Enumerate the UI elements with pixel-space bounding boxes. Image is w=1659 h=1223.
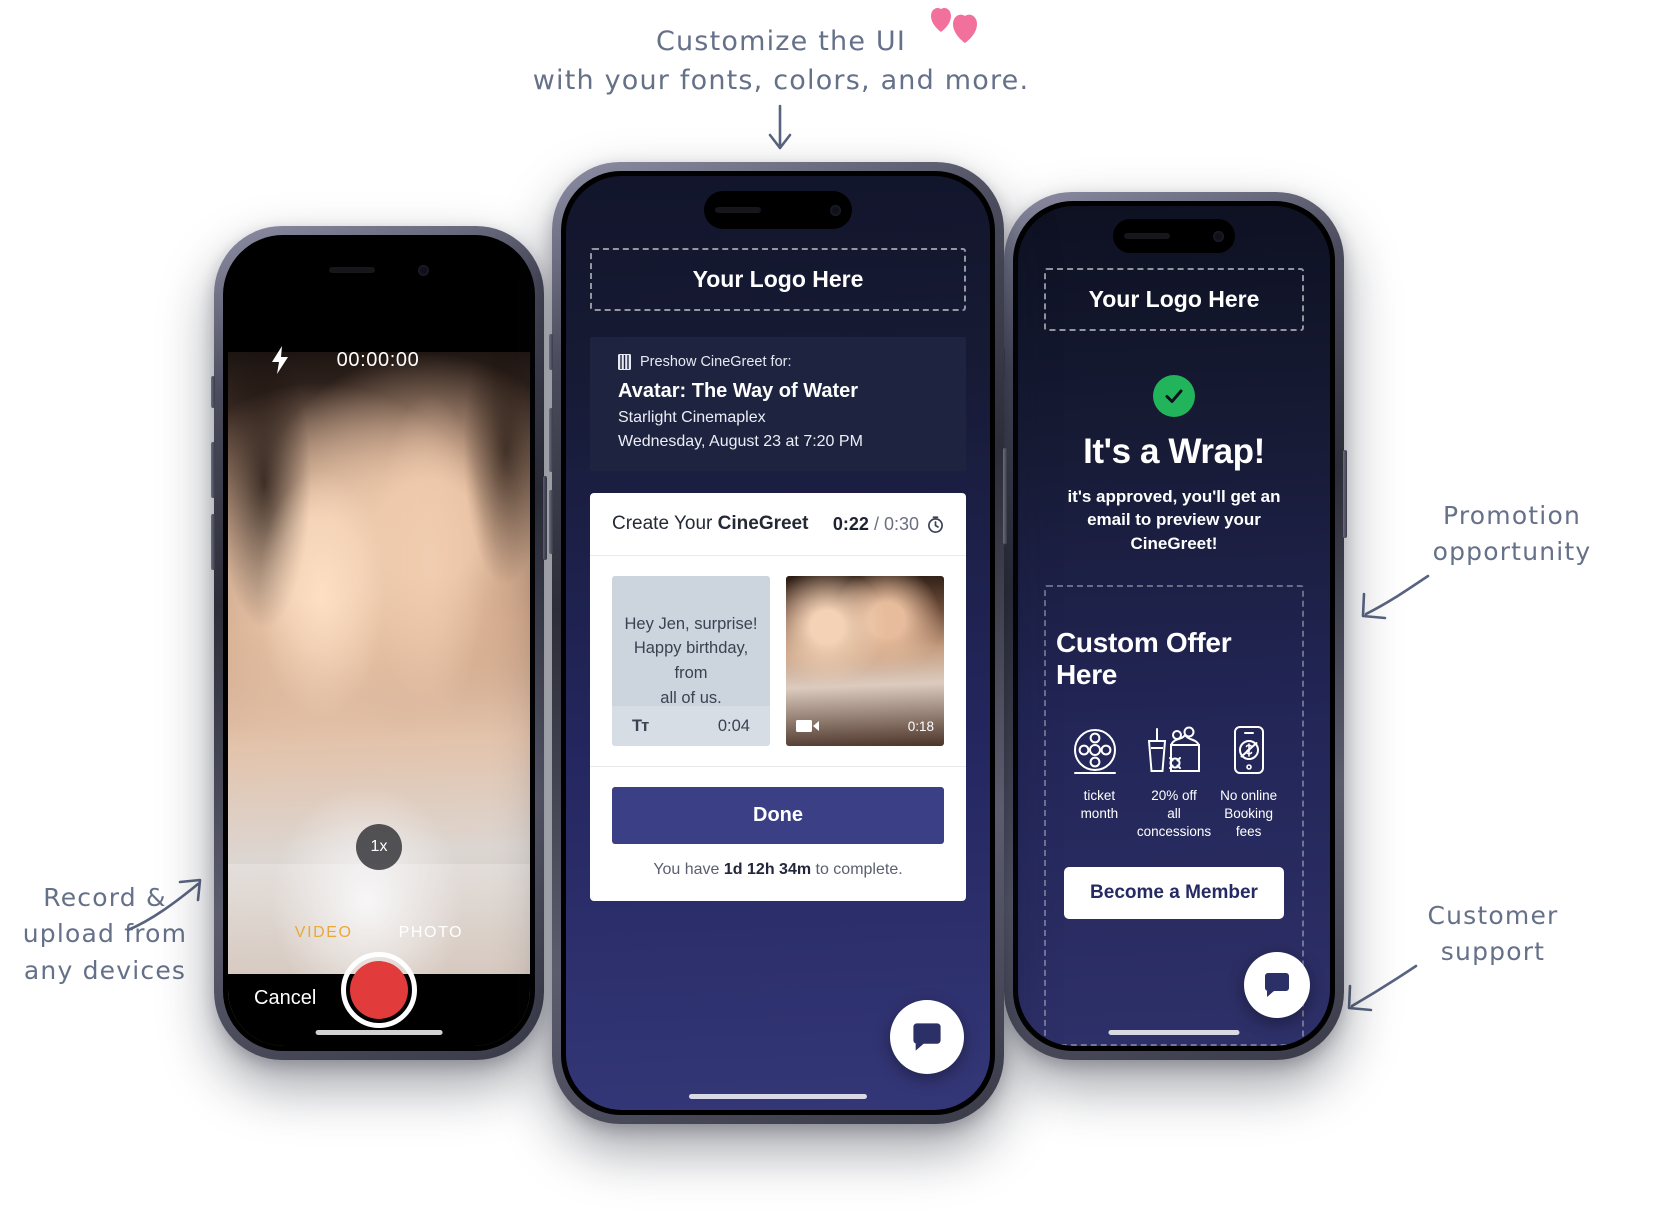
card-title-prefix: Create Your (612, 513, 718, 534)
film-ticket-icon (618, 354, 631, 370)
screenshot-stage: Customize the UI with your fonts, colors… (0, 0, 1659, 1223)
showtime: Wednesday, August 23 at 7:20 PM (618, 433, 863, 450)
stopwatch-icon (928, 515, 943, 533)
time-total: / 0:30 (873, 513, 919, 534)
annotation-promotion-opportunity: Promotion opportunity (1432, 501, 1592, 567)
recording-timer: 00:00:00 (336, 348, 420, 371)
logo-placeholder[interactable]: Your Logo Here (1044, 268, 1304, 331)
card-title-brand: CineGreet (717, 513, 809, 534)
phone-no-fee-icon (1233, 726, 1264, 775)
hearts-icon (931, 7, 977, 44)
become-a-member-button[interactable]: Become a Member (1064, 866, 1284, 919)
clip-duration: 0:18 (907, 718, 934, 734)
chat-support-button[interactable] (890, 1000, 964, 1074)
done-button[interactable]: Done (612, 787, 944, 844)
venue-name: Starlight Cinemaplex (618, 409, 766, 426)
notch (318, 253, 440, 287)
offer-line2: month (1080, 806, 1119, 822)
offer-label-booking: No online Booking fees (1211, 787, 1286, 840)
phone-center-create: Your Logo Here Preshow CineGreet for: Av… (549, 162, 1007, 1124)
offer-item-ticket[interactable]: ticket month (1062, 725, 1137, 840)
note-time-left: 1d 12h 34m (723, 861, 812, 878)
offer-line1: No online (1220, 788, 1278, 804)
clip-footer: Tт 0:04 (612, 706, 770, 746)
time-indicator: 0:22 / 0:30 (833, 514, 944, 535)
notch (704, 191, 852, 229)
record-button[interactable] (341, 952, 417, 1028)
note-suffix: to complete. (811, 861, 903, 878)
arrow-down-left-icon (1361, 574, 1430, 620)
logo-placeholder[interactable]: Your Logo Here (590, 248, 966, 311)
create-cinegreet-screen: Your Logo Here Preshow CineGreet for: Av… (566, 176, 990, 1110)
note-prefix: You have (653, 861, 724, 878)
camera-mode-strip: VIDEO PHOTO (228, 924, 530, 942)
home-indicator (688, 1094, 868, 1099)
flash-bolt-icon[interactable] (270, 346, 290, 374)
card-title: Create Your CineGreet (612, 513, 808, 535)
card-header: Create Your CineGreet 0:22 / 0:30 (590, 493, 966, 556)
cancel-button[interactable]: Cancel (254, 987, 316, 1010)
offer-line2: Booking fees (1224, 806, 1274, 839)
chat-bubble-icon (913, 1023, 941, 1051)
clip-video-card[interactable]: 0:18 (786, 576, 944, 746)
clip-footer: 0:18 (786, 706, 944, 746)
popcorn-drink-icon (1147, 726, 1200, 773)
phone-right-confirmation: Your Logo Here It's a Wrap! it's approve… (1001, 192, 1347, 1060)
offer-title: Custom Offer Here (1056, 627, 1232, 691)
chat-bubble-icon (1265, 973, 1289, 997)
offer-item-concessions[interactable]: 20% off all concessions (1137, 725, 1212, 840)
time-used: 0:22 (832, 513, 869, 534)
tab-photo[interactable]: PHOTO (399, 924, 464, 942)
check-circle-icon (1153, 375, 1195, 417)
confirmation-screen: Your Logo Here It's a Wrap! it's approve… (1018, 206, 1330, 1046)
movie-title: Avatar: The Way of Water (618, 380, 859, 402)
clip-text-card[interactable]: Hey Jen, surprise! Happy birthday, from … (612, 576, 770, 746)
video-camera-icon (796, 720, 819, 732)
text-tool-icon: Tт (632, 716, 649, 735)
wrap-title: It's a Wrap! (1083, 432, 1265, 471)
ticket-eyebrow: Preshow CineGreet for: (640, 354, 792, 370)
offer-line1: 20% off (1151, 788, 1197, 804)
deadline-note: You have 1d 12h 34m to complete. (612, 861, 944, 879)
home-indicator (315, 1030, 443, 1035)
offer-line2: all concessions (1136, 806, 1212, 839)
film-reel-icon (1074, 729, 1117, 775)
card-footer: Done You have 1d 12h 34m to complete. (590, 766, 966, 901)
preshow-ticket-card: Preshow CineGreet for: Avatar: The Way o… (590, 337, 966, 471)
clip-text-content: Hey Jen, surprise! Happy birthday, from … (624, 614, 758, 707)
zoom-level-button[interactable]: 1x (356, 824, 402, 870)
annotation-record-upload: Record & upload from any devices (22, 883, 188, 985)
clip-duration: 0:04 (717, 716, 750, 735)
offer-label-concessions: 20% off all concessions (1137, 787, 1212, 840)
home-indicator (1108, 1030, 1240, 1035)
chat-support-button[interactable] (1244, 952, 1310, 1018)
offer-list: ticket month 20% off all concessions No … (1056, 725, 1292, 840)
tab-video[interactable]: VIDEO (295, 924, 353, 942)
offer-line1: ticket (1083, 788, 1116, 804)
annotation-customer-support: Customer support (1427, 901, 1559, 967)
notch (1113, 219, 1235, 253)
camera-screen: 00:00:00 1x VIDEO PHOTO Cancel (228, 240, 530, 1046)
phone-left-camera: 00:00:00 1x VIDEO PHOTO Cancel (211, 226, 547, 1060)
offer-item-booking[interactable]: No online Booking fees (1211, 725, 1286, 840)
wrap-subtitle: it's approved, you'll get an email to pr… (1067, 487, 1281, 553)
ticket-header: Preshow CineGreet for: (618, 354, 944, 370)
camera-hud: 00:00:00 (228, 340, 530, 380)
clip-list: Hey Jen, surprise! Happy birthday, from … (590, 556, 966, 766)
arrow-down-icon (768, 104, 792, 150)
offer-label-ticket: ticket month (1081, 787, 1119, 823)
create-card: Create Your CineGreet 0:22 / 0:30 Hey Je… (590, 493, 966, 901)
